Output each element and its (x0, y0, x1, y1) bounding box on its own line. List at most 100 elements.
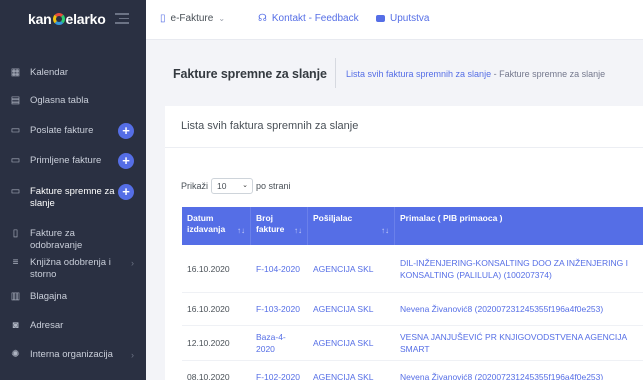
cell-broj[interactable]: Baza-4-2020 (251, 326, 308, 360)
table-body: 16.10.2020 F-104-2020 AGENCIJA SKL DIL-INŽE… (182, 245, 643, 380)
sidebar-item[interactable]: ▭ Fakture spremne za slanje + (0, 184, 146, 210)
cell-posiljalac[interactable]: AGENCIJA SKL (308, 361, 395, 380)
gear-icon: ✺ (11, 349, 20, 360)
sidebar-item-label: Primljene fakture (30, 155, 102, 166)
page-size-value: 10 (217, 181, 227, 191)
hamburger-menu-icon[interactable] (115, 13, 129, 27)
add-icon[interactable]: + (118, 184, 134, 200)
cell-datum: 16.10.2020 (187, 304, 230, 314)
table-row[interactable]: 16.10.2020 F-104-2020 AGENCIJA SKL DIL-INŽE… (182, 245, 643, 293)
cell-broj[interactable]: F-104-2020 (251, 245, 308, 292)
sidebar-item[interactable]: ▤ Oglasna tabla (0, 95, 146, 108)
folder-check-icon: ▭ (10, 186, 21, 197)
cell-primalac[interactable]: DIL-INŽENJERING-KONSALTING DOO ZA INŽENJ… (395, 245, 643, 292)
board-icon: ▤ (10, 95, 21, 106)
page-size-control: Prikaži 10 ⌄ po strani (181, 178, 291, 194)
sidebar-item[interactable]: ▯ Fakture za odobravanje (0, 228, 146, 252)
cell-primalac[interactable]: VESNA JANJUŠEVIĆ PR KNJIGOVODSTVENA AGEN… (395, 326, 643, 360)
calendar-icon: ▦ (10, 67, 21, 78)
cell-primalac[interactable]: Nevena Živanović8 (202007231245355f196a4… (395, 361, 643, 380)
logo-text-right: elarko (65, 11, 106, 27)
breadcrumb-current: Fakture spremne za slanje (499, 69, 606, 79)
logo-ring-icon (52, 13, 65, 25)
chevron-right-icon: › (131, 258, 134, 268)
sidebar-item[interactable]: ▭ Primljene fakture + (0, 153, 146, 169)
chevron-right-icon: › (131, 350, 134, 360)
folder-out-icon: ▭ (10, 125, 21, 136)
sidebar-item-label: Blagajna (30, 291, 67, 302)
header-posiljalac[interactable]: Pošiljalac ↑↓ (308, 207, 395, 245)
table-header: Datum izdavanja ↑↓ Broj fakture ↑↓ Pošilja… (182, 207, 643, 245)
kontakt-feedback-link[interactable]: ☊ Kontakt - Feedback (258, 13, 359, 24)
cell-datum: 16.10.2020 (187, 263, 230, 274)
cell-datum: 08.10.2020 (187, 371, 230, 380)
add-icon[interactable]: + (118, 153, 134, 169)
card-divider (165, 147, 643, 148)
header-label: Broj fakture (256, 213, 285, 234)
invoice-card: Lista svih faktura spremnih za slanje Pr… (165, 106, 643, 380)
logo[interactable]: kan elarko (28, 11, 106, 27)
breadcrumb-separator: - (491, 69, 500, 79)
sidebar-item[interactable]: ✺ Interna organizacija › (0, 349, 146, 362)
sort-icon: ↑↓ (294, 226, 302, 235)
header-divider (335, 58, 336, 88)
sidebar-item[interactable]: ▦ Kalendar (0, 67, 146, 80)
show-suffix: po strani (256, 181, 291, 191)
efakture-dropdown[interactable]: ▯ e-Fakture ⌄ (160, 13, 225, 24)
cell-posiljalac[interactable]: AGENCIJA SKL (308, 245, 395, 292)
header-broj[interactable]: Broj fakture ↑↓ (251, 207, 308, 245)
uputstva-label: Uputstva (390, 13, 430, 24)
card-title: Lista svih faktura spremnih za slanje (181, 120, 359, 132)
sidebar-item-label: Poslate fakture (30, 125, 94, 136)
cell-datum: 12.10.2020 (187, 338, 230, 348)
document-icon: ▯ (160, 13, 166, 24)
table-row[interactable]: 16.10.2020 F-103-2020 AGENCIJA SKL Nevena Ž… (182, 293, 643, 326)
breadcrumb-link[interactable]: Lista svih faktura spremnih za slanje (346, 69, 491, 79)
header-label: Datum izdavanja (187, 213, 226, 234)
cell-broj[interactable]: F-103-2020 (251, 293, 308, 325)
sidebar: kan elarko ▦ Kalendar ▤ Oglasna tabla ▭ Poslat… (0, 0, 146, 380)
kontakt-label: Kontakt - Feedback (271, 13, 359, 24)
logo-text-left: kan (28, 11, 52, 27)
page-size-select[interactable]: 10 ⌄ (211, 178, 254, 194)
folder-in-icon: ▭ (10, 155, 21, 166)
sidebar-item-label: Fakture za odobravanje (30, 228, 83, 251)
sidebar-item-label: Fakture spremne za slanje (30, 186, 115, 209)
uputstva-link[interactable]: Uputstva (376, 13, 429, 24)
sidebar-item[interactable]: ◙ Adresar (0, 320, 146, 333)
chevron-down-icon: ⌄ (218, 14, 226, 23)
youtube-icon (376, 15, 385, 22)
show-prefix: Prikaži (181, 181, 209, 191)
breadcrumb: Lista svih faktura spremnih za slanje - … (346, 69, 605, 79)
cell-posiljalac[interactable]: AGENCIJA SKL (308, 293, 395, 325)
cash-icon: ▥ (10, 291, 21, 302)
invoice-table: Datum izdavanja ↑↓ Broj fakture ↑↓ Pošilja… (182, 207, 643, 380)
logo-row: kan elarko (0, 0, 146, 38)
add-icon[interactable]: + (118, 123, 134, 139)
cell-broj[interactable]: F-102-2020 (251, 361, 308, 380)
clipboard-icon: ▯ (12, 228, 19, 239)
header-label: Pošiljalac (313, 213, 353, 223)
cell-primalac[interactable]: Nevena Živanović8 (20200723124535​5f196a… (395, 293, 643, 325)
cell-posiljalac[interactable]: AGENCIJA SKL (308, 326, 395, 360)
header-label: Primalac ( PIB primaoca ) (400, 213, 503, 223)
headset-icon: ☊ (258, 13, 267, 24)
sidebar-item-label: Oglasna tabla (30, 95, 89, 106)
contact-icon: ◙ (12, 320, 19, 331)
page-title: Fakture spremne za slanje (173, 67, 327, 81)
table-row[interactable]: 12.10.2020 Baza-4-2020 AGENCIJA SKL VESNA J… (182, 326, 643, 361)
sort-icon: ↑↓ (381, 226, 389, 235)
sidebar-item[interactable]: ▥ Blagajna (0, 291, 146, 304)
topbar: ▯ e-Fakture ⌄ ☊ Kontakt - Feedback Uputs… (146, 0, 643, 40)
sidebar-item[interactable]: ≡ Knjižna odobrenja i storno › (0, 257, 146, 281)
chevron-down-icon: ⌄ (242, 182, 249, 189)
sort-icon: ↑↓ (237, 226, 245, 235)
header-primalac[interactable]: Primalac ( PIB primaoca ) (395, 207, 643, 245)
sidebar-item-label: Knjižna odobrenja i storno (30, 257, 111, 280)
table-row[interactable]: 08.10.2020 F-102-2020 AGENCIJA SKL Nevena Ž… (182, 361, 643, 380)
efakture-label: e-Fakture (170, 13, 214, 24)
header-datum[interactable]: Datum izdavanja ↑↓ (182, 207, 251, 245)
sidebar-item-label: Interna organizacija (30, 349, 113, 360)
sidebar-item[interactable]: ▭ Poslate fakture + (0, 123, 146, 139)
sidebar-item-label: Adresar (30, 320, 64, 331)
